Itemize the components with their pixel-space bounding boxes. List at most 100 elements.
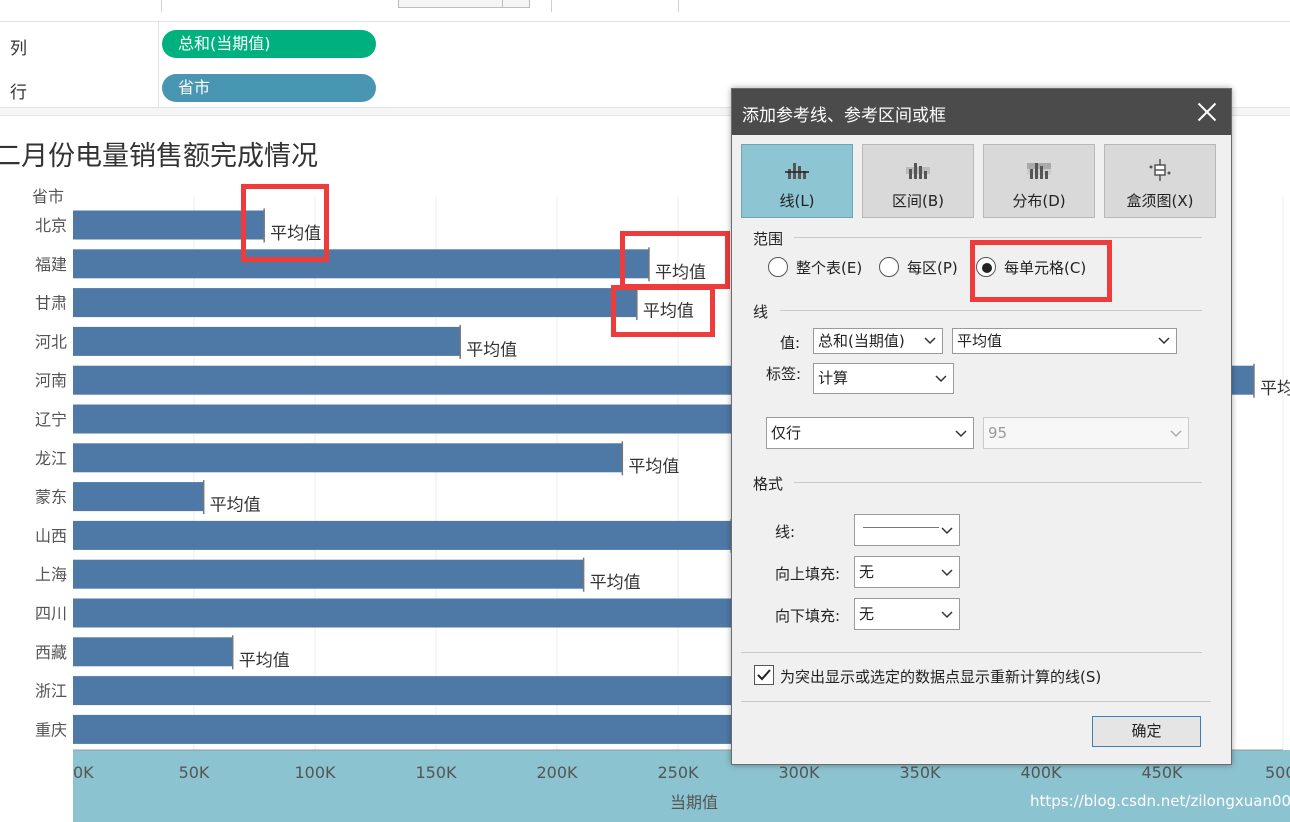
reference-line-label: 平均值 [466, 340, 517, 360]
scope-radio-per-pane[interactable]: 每区(P) [879, 256, 969, 278]
bar [73, 482, 204, 512]
fill-below-select[interactable]: 无 [854, 598, 960, 630]
dialog-title: 添加参考线、参考区间或框 [742, 106, 946, 126]
line-heading: 线 [753, 303, 769, 321]
x-tick-label: 200K [536, 763, 578, 782]
band-icon [906, 163, 930, 179]
tab-band[interactable]: 区间(B) [862, 144, 974, 218]
columns-shelf: 列 总和(当期值) [0, 22, 1290, 68]
columns-shelf-label: 列 [10, 39, 27, 59]
category-label: 西藏 [35, 643, 67, 662]
category-label: 龙江 [35, 449, 67, 468]
scope-rule [794, 237, 1202, 238]
confidence-select: 95 [983, 417, 1189, 449]
reference-line-label: 平均值 [239, 651, 290, 671]
x-tick-label: 350K [899, 763, 941, 782]
category-label: 甘肃 [35, 294, 67, 313]
rows-shelf-label: 行 [10, 83, 27, 103]
aggregation-select[interactable]: 平均值 [952, 328, 1177, 354]
shelf-divider [158, 66, 159, 108]
format-heading: 格式 [753, 475, 784, 493]
value-field-text: 总和(当期值) [818, 332, 905, 350]
watermark: https://blog.csdn.net/zilongxuan008 [1030, 792, 1290, 810]
reference-line-label: 平均值 [210, 496, 261, 516]
highlight-box-gansu [611, 285, 715, 337]
x-tick-label: 250K [657, 763, 699, 782]
fill-above-select[interactable]: 无 [854, 556, 960, 588]
x-tick-label: 500K [1265, 763, 1290, 782]
fill-above-label: 向上填充: [775, 565, 841, 583]
fill-below-label: 向下填充: [775, 607, 841, 625]
radio-circle [768, 257, 788, 277]
toolbar-dropdown-button[interactable] [398, 0, 530, 8]
tab-boxplot[interactable]: 盒须图(X) [1104, 144, 1216, 218]
line-style-sample [863, 527, 939, 528]
chevron-down-icon [924, 337, 936, 345]
toolbar-separator [551, 0, 552, 12]
recalculate-checkbox[interactable] [754, 665, 774, 685]
radio-circle [879, 257, 899, 277]
category-label: 河南 [35, 371, 67, 390]
scope-radio-entire-table-label: 整个表(E) [796, 259, 863, 277]
checkbox-rule [741, 652, 1202, 653]
bar [73, 326, 461, 356]
reference-line-label: 平均值 [628, 457, 679, 477]
value-label: 值: [780, 334, 801, 352]
tag-label: 标签: [766, 365, 802, 383]
scope-radio-entire-table[interactable]: 整个表(E) [768, 256, 873, 278]
chevron-down-icon [941, 527, 953, 535]
toolbar-separator [161, 0, 162, 12]
footer-rule [741, 701, 1211, 702]
category-label: 辽宁 [35, 410, 67, 429]
x-tick-label: 100K [294, 763, 336, 782]
chevron-down-icon [955, 430, 967, 438]
bar [73, 714, 799, 744]
chevron-down-icon [935, 375, 947, 383]
tab-band-label: 区间(B) [892, 192, 944, 210]
tab-boxplot-label: 盒须图(X) [1126, 192, 1194, 210]
tab-line-label: 线(L) [779, 192, 815, 210]
category-label: 河北 [35, 332, 67, 351]
highlight-box-per-cell [970, 240, 1112, 302]
fill-above-text: 无 [859, 563, 875, 581]
reference-line-label: 平均值 [1260, 379, 1290, 399]
bar [73, 559, 584, 589]
chevron-down-icon [941, 569, 953, 577]
chevron-down-icon [941, 611, 953, 619]
line-style-select[interactable] [854, 514, 960, 546]
x-tick-label: 450K [1141, 763, 1183, 782]
bar [73, 404, 799, 434]
tab-distribution-label: 分布(D) [1012, 192, 1066, 210]
x-tick-label: 400K [1020, 763, 1062, 782]
category-label: 蒙东 [35, 488, 67, 507]
x-tick-label: 50K [179, 763, 210, 782]
x-tick-label: 300K [778, 763, 820, 782]
tag-select[interactable]: 计算 [813, 363, 954, 394]
category-label: 重庆 [35, 720, 67, 739]
bar [73, 249, 649, 279]
columns-pill-sum-current[interactable]: 总和(当期值) [162, 30, 376, 58]
format-line-label: 线: [775, 523, 796, 541]
scope-heading: 范围 [753, 230, 784, 248]
rows-pill-province[interactable]: 省市 [162, 74, 376, 102]
add-reference-line-dialog: 添加参考线、参考区间或框 线(L) 区间(B) 分布(D) 盒须图(X) 范围 … [731, 88, 1232, 765]
line-icon [785, 163, 809, 179]
ok-button[interactable]: 确定 [1092, 716, 1201, 747]
tab-distribution[interactable]: 分布(D) [983, 144, 1095, 218]
x-tick-label: 150K [415, 763, 457, 782]
bar [73, 443, 623, 473]
bar [73, 210, 265, 240]
chevron-down-icon [1158, 337, 1170, 345]
tag-text: 计算 [818, 369, 849, 387]
distribution-icon [1027, 163, 1051, 179]
category-label: 浙江 [35, 682, 67, 701]
chart-title: 二月份电量销售额完成情况 [0, 141, 318, 172]
value-field-select[interactable]: 总和(当期值) [813, 328, 943, 354]
x-axis-title: 当期值 [670, 793, 718, 812]
confidence-text: 95 [988, 424, 1008, 442]
bar [73, 520, 732, 550]
close-icon[interactable] [1195, 100, 1219, 124]
tooltip-select[interactable]: 仅行 [766, 417, 974, 449]
shelf-divider [158, 22, 159, 68]
tab-line[interactable]: 线(L) [741, 144, 853, 218]
